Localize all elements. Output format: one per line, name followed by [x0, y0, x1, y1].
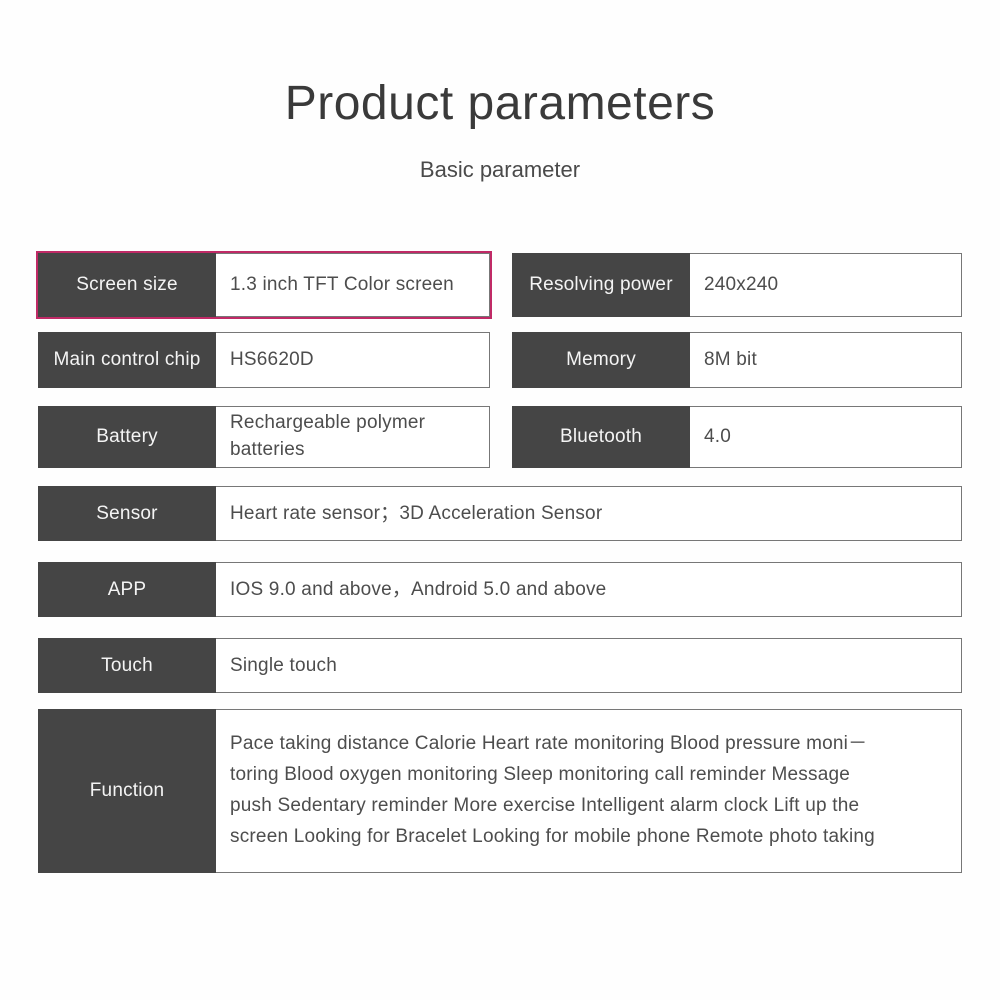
row-value-sensor: Heart rate sensor；3D Acceleration Sensor — [216, 486, 962, 541]
row-label-screen-size: Screen size — [38, 253, 216, 317]
row-value-main-control-chip: HS6620D — [216, 332, 490, 388]
table-row-app: APP IOS 9.0 and above，Android 5.0 and ab… — [38, 562, 962, 617]
row-label-memory: Memory — [512, 332, 690, 388]
row-value-resolving-power: 240x240 — [690, 253, 962, 317]
table-row-resolving-power: Resolving power 240x240 — [512, 253, 962, 317]
row-label-resolving-power: Resolving power — [512, 253, 690, 317]
row-value-touch: Single touch — [216, 638, 962, 693]
table-row-screen-size: Screen size 1.3 inch TFT Color screen — [36, 251, 492, 319]
table-row-touch: Touch Single touch — [38, 638, 962, 693]
page-title: Product parameters — [284, 77, 716, 130]
row-value-app: IOS 9.0 and above，Android 5.0 and above — [216, 562, 962, 617]
row-value-screen-size: 1.3 inch TFT Color screen — [216, 253, 490, 317]
row-value-function: Pace taking distance Calorie Heart rate … — [216, 709, 962, 873]
table-row-function: Function Pace taking distance Calorie He… — [38, 709, 962, 873]
row-label-battery: Battery — [38, 406, 216, 468]
table-row-sensor: Sensor Heart rate sensor；3D Acceleration… — [38, 486, 962, 541]
table-row-main-control-chip: Main control chip HS6620D — [38, 332, 490, 388]
row-label-main-control-chip: Main control chip — [38, 332, 216, 388]
row-label-app: APP — [38, 562, 216, 617]
table-row-bluetooth: Bluetooth 4.0 — [512, 406, 962, 468]
table-row-memory: Memory 8M bit — [512, 332, 962, 388]
page-subtitle: Basic parameter — [419, 157, 581, 182]
row-label-touch: Touch — [38, 638, 216, 693]
product-parameters-page: Product parameters Basic parameter Scree… — [0, 0, 1000, 1000]
table-row-battery: Battery Rechargeable polymer batteries — [38, 406, 490, 468]
row-label-bluetooth: Bluetooth — [512, 406, 690, 468]
row-value-memory: 8M bit — [690, 332, 962, 388]
row-label-function: Function — [38, 709, 216, 873]
row-label-sensor: Sensor — [38, 486, 216, 541]
row-value-battery: Rechargeable polymer batteries — [216, 406, 490, 468]
row-value-bluetooth: 4.0 — [690, 406, 962, 468]
